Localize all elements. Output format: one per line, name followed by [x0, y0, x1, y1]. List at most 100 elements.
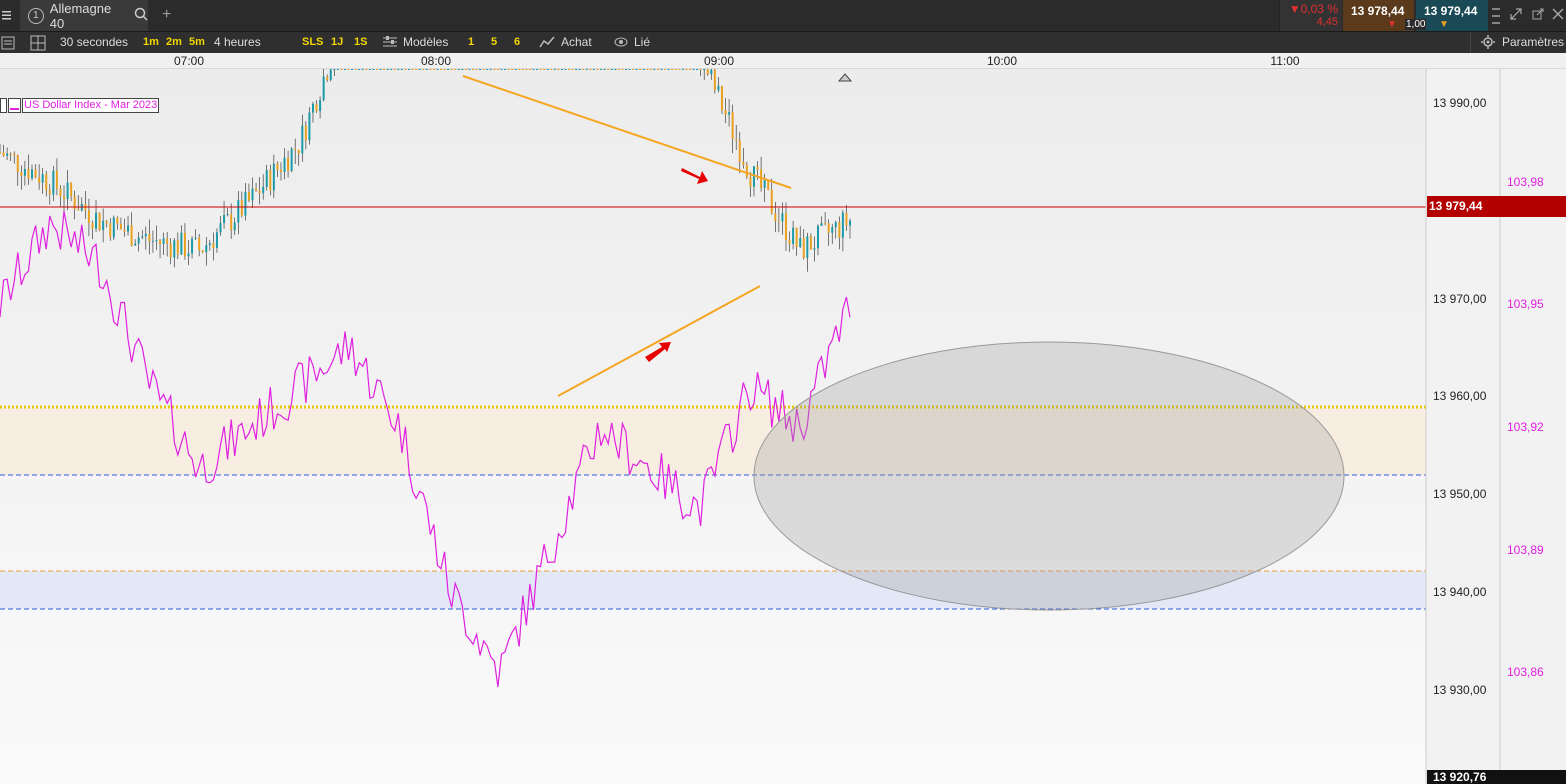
layout-icon[interactable] [30, 35, 46, 54]
range-1j-button[interactable]: 1J [331, 36, 343, 48]
candle-body [379, 69, 382, 70]
models-button[interactable]: Modèles [403, 35, 448, 49]
index-tick: 103,92 [1507, 420, 1544, 434]
candle-body [294, 148, 297, 150]
candle-body [464, 69, 467, 70]
chart-area[interactable] [0, 69, 1566, 784]
candle-body [432, 69, 435, 70]
interval-select[interactable]: 30 secondes [60, 35, 128, 49]
candle-body [9, 153, 12, 155]
candle-body [482, 69, 485, 70]
change-abs: 4,45 [1316, 16, 1338, 28]
interval-5m-button[interactable]: 5m [189, 36, 205, 48]
candle-body [429, 69, 432, 70]
candle-body [656, 69, 659, 70]
candle-body [2, 152, 5, 156]
candle-body [237, 200, 240, 223]
candle-body [148, 233, 151, 242]
candle-body [336, 69, 339, 70]
candle-body [632, 69, 635, 70]
candle-body [447, 69, 450, 70]
price-tick: 13 950,00 [1433, 487, 1487, 501]
candle-body [91, 222, 94, 229]
candle-body [532, 69, 535, 70]
list-icon[interactable] [1, 36, 15, 53]
candle-body [109, 223, 112, 238]
add-tab-icon[interactable]: + [162, 6, 171, 24]
range-select[interactable]: 4 heures [214, 35, 261, 49]
preset-5-button[interactable]: 5 [491, 36, 497, 48]
candle-body [781, 213, 784, 222]
candle-body [258, 190, 261, 194]
candle-body [742, 162, 745, 166]
time-tick: 07:00 [173, 54, 205, 68]
candle-body [849, 220, 851, 226]
ask-price: 13 979,44 [1424, 4, 1478, 18]
legend-label[interactable]: US Dollar Index - Mar 2023 [22, 98, 160, 113]
candle-body [777, 220, 780, 222]
price-tick: 13 990,00 [1433, 96, 1487, 110]
candle-body [553, 69, 556, 70]
candle-body [500, 69, 503, 70]
candle-body [290, 148, 293, 171]
candle-body [343, 69, 346, 70]
menu-icon[interactable] [0, 8, 14, 22]
price-axis-bottom: 13 920,76 [1427, 770, 1566, 784]
link-button[interactable]: Lié [634, 35, 650, 49]
candle-body [272, 163, 275, 191]
candle-body [738, 140, 741, 163]
instrument-tab[interactable]: 1 Allemagne 40 [20, 0, 148, 31]
search-icon[interactable] [134, 7, 148, 24]
close-icon[interactable] [1552, 8, 1564, 23]
link-icon [613, 36, 629, 51]
settings-button[interactable]: Paramètres [1470, 32, 1566, 54]
time-tick: 08:00 [420, 54, 452, 68]
achat-button[interactable]: Achat [561, 35, 592, 49]
candle-body [767, 180, 770, 190]
interval-1m-button[interactable]: 1m [143, 36, 159, 48]
candle-body [319, 100, 322, 112]
buy-button[interactable]: 13 979,44 [1416, 0, 1488, 31]
legend-toggle[interactable] [0, 98, 7, 113]
candle-body [603, 69, 606, 70]
candle-body [749, 176, 752, 187]
candle-body [770, 189, 773, 214]
candle-body [130, 225, 133, 246]
candle-body [550, 69, 553, 70]
range-1s-button[interactable]: 1S [354, 36, 367, 48]
highlight-ellipse[interactable] [753, 341, 1345, 611]
candle-body [219, 223, 222, 233]
candle-body [756, 166, 759, 170]
candle-body [486, 69, 489, 70]
drag-handle-icon[interactable] [1492, 6, 1500, 26]
candle-body [375, 69, 378, 70]
candle-body [422, 69, 425, 70]
candle-body [450, 69, 453, 70]
candle-body [415, 69, 418, 70]
expand-icon[interactable] [1510, 8, 1522, 23]
price-tick: 13 940,00 [1433, 585, 1487, 599]
sell-button[interactable]: 13 978,44 [1343, 0, 1414, 31]
candle-body [717, 86, 720, 91]
candle-body [38, 177, 41, 183]
candle-body [511, 69, 514, 70]
candle-body [404, 69, 407, 70]
candle-body [504, 69, 507, 70]
candle-body [713, 69, 716, 91]
legend-swatch[interactable] [8, 98, 21, 113]
candle-body [827, 223, 830, 233]
candle-body [354, 69, 357, 70]
preset-1-button[interactable]: 1 [468, 36, 474, 48]
candle-body [674, 69, 677, 70]
candle-body [123, 229, 126, 232]
candle-body [0, 152, 1, 153]
candle-body [706, 69, 709, 75]
preset-6-button[interactable]: 6 [514, 36, 520, 48]
candle-body [215, 232, 218, 248]
range-sls-button[interactable]: SLS [302, 36, 323, 48]
candle-body [546, 69, 549, 70]
candle-body [255, 188, 258, 191]
candle-body [596, 69, 599, 70]
popout-icon[interactable] [1532, 8, 1544, 23]
interval-2m-button[interactable]: 2m [166, 36, 182, 48]
